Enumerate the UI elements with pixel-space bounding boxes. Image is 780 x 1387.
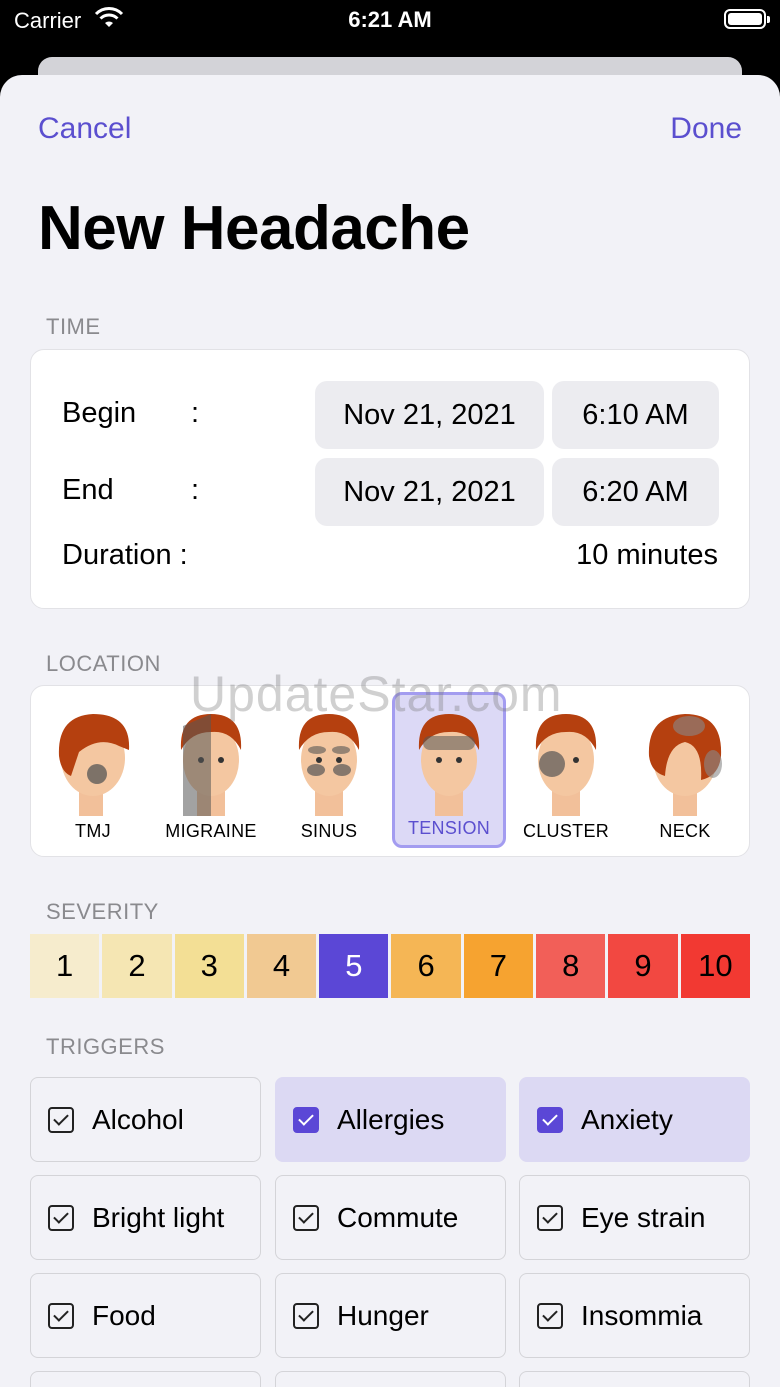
begin-time-picker[interactable]: 6:10 AM (552, 381, 719, 449)
trigger-row-partial[interactable] (30, 1371, 261, 1387)
trigger-label: Bright light (92, 1201, 225, 1233)
end-label: End (62, 474, 114, 506)
checkbox-icon (293, 1106, 319, 1133)
checkbox-icon (537, 1204, 563, 1231)
location-tension[interactable]: TENSION (392, 692, 506, 848)
trigger-label: Anxiety (581, 1103, 673, 1135)
location-tmj[interactable]: TMJ (36, 692, 150, 848)
head-sinus-icon (298, 714, 360, 816)
trigger-allergies[interactable]: Allergies (275, 1077, 506, 1162)
time-card: Begin : Nov 21, 2021 6:10 AM End : Nov 2… (30, 349, 750, 609)
severity-6[interactable]: 6 (391, 934, 461, 998)
triggers-section-label: TRIGGERS (46, 1034, 165, 1059)
trigger-label: Insommia (581, 1299, 703, 1331)
head-profile-tmj-icon (58, 714, 130, 816)
begin-label: Begin (62, 397, 137, 429)
duration-label: Duration : (62, 539, 188, 571)
end-date-picker[interactable]: Nov 21, 2021 (315, 458, 544, 526)
severity-7[interactable]: 7 (463, 934, 534, 998)
severity-9[interactable]: 9 (608, 934, 678, 998)
trigger-row-partial[interactable] (275, 1371, 506, 1387)
trigger-label: Allergies (337, 1103, 445, 1135)
location-migraine[interactable]: MIGRAINE (154, 692, 268, 848)
duration-value: 10 minutes (576, 539, 718, 571)
severity-2[interactable]: 2 (102, 934, 172, 998)
checkbox-icon (537, 1302, 563, 1329)
trigger-label: Hunger (337, 1299, 429, 1331)
location-section-label: LOCATION (46, 651, 161, 676)
end-colon: : (191, 474, 200, 506)
severity-5[interactable]: 5 (319, 934, 389, 998)
location-label: TENSION (407, 818, 491, 838)
head-cluster-icon (535, 714, 597, 816)
severity-1[interactable]: 1 (30, 934, 100, 998)
severity-scale: 1 2 3 4 5 6 7 8 9 10 (30, 934, 750, 998)
location-sinus[interactable]: SINUS (272, 692, 386, 848)
cancel-button[interactable]: Cancel (38, 112, 131, 146)
trigger-label: Eye strain (581, 1201, 706, 1233)
begin-colon: : (191, 397, 200, 429)
severity-4[interactable]: 4 (246, 934, 317, 998)
head-back-neck-icon (648, 714, 722, 816)
battery-icon (724, 9, 770, 29)
trigger-bright-light[interactable]: Bright light (30, 1175, 261, 1260)
done-button[interactable]: Done (670, 112, 742, 146)
trigger-food[interactable]: Food (30, 1273, 261, 1358)
location-neck[interactable]: NECK (628, 692, 742, 848)
page-title: New Headache (38, 194, 470, 263)
severity-10[interactable]: 10 (680, 934, 750, 998)
time-section-label: TIME (46, 314, 101, 339)
trigger-row-partial[interactable] (519, 1371, 750, 1387)
location-picker: TMJ MIGRAINE SINUS TENSION CLUSTER NECK (30, 685, 750, 857)
trigger-insommia[interactable]: Insommia (519, 1273, 750, 1358)
location-cluster[interactable]: CLUSTER (509, 692, 623, 848)
begin-date-picker[interactable]: Nov 21, 2021 (315, 381, 544, 449)
head-tension-icon (418, 714, 480, 816)
trigger-label: Food (92, 1299, 156, 1331)
clock: 6:21 AM (348, 7, 432, 32)
trigger-hunger[interactable]: Hunger (275, 1273, 506, 1358)
checkbox-icon (48, 1204, 74, 1231)
status-bar: Carrier 6:21 AM (0, 0, 780, 56)
trigger-anxiety[interactable]: Anxiety (519, 1077, 750, 1162)
location-label: CLUSTER (522, 821, 610, 841)
location-label: NECK (659, 821, 711, 841)
severity-section-label: SEVERITY (46, 899, 159, 924)
new-headache-sheet: Cancel Done New Headache TIME Begin : No… (0, 75, 780, 1387)
trigger-label: Alcohol (92, 1103, 184, 1135)
trigger-alcohol[interactable]: Alcohol (30, 1077, 261, 1162)
checkbox-icon (537, 1106, 563, 1133)
severity-8[interactable]: 8 (536, 934, 606, 998)
checkbox-icon (293, 1302, 319, 1329)
trigger-label: Commute (337, 1201, 459, 1233)
severity-3[interactable]: 3 (174, 934, 244, 998)
head-migraine-icon (180, 714, 242, 816)
location-label: TMJ (75, 821, 111, 841)
checkbox-icon (293, 1204, 319, 1231)
checkbox-icon (48, 1106, 74, 1133)
checkbox-icon (48, 1302, 74, 1329)
location-label: MIGRAINE (165, 821, 257, 841)
trigger-commute[interactable]: Commute (275, 1175, 506, 1260)
location-label: SINUS (300, 821, 358, 841)
trigger-eye-strain[interactable]: Eye strain (519, 1175, 750, 1260)
end-time-picker[interactable]: 6:20 AM (552, 458, 719, 526)
